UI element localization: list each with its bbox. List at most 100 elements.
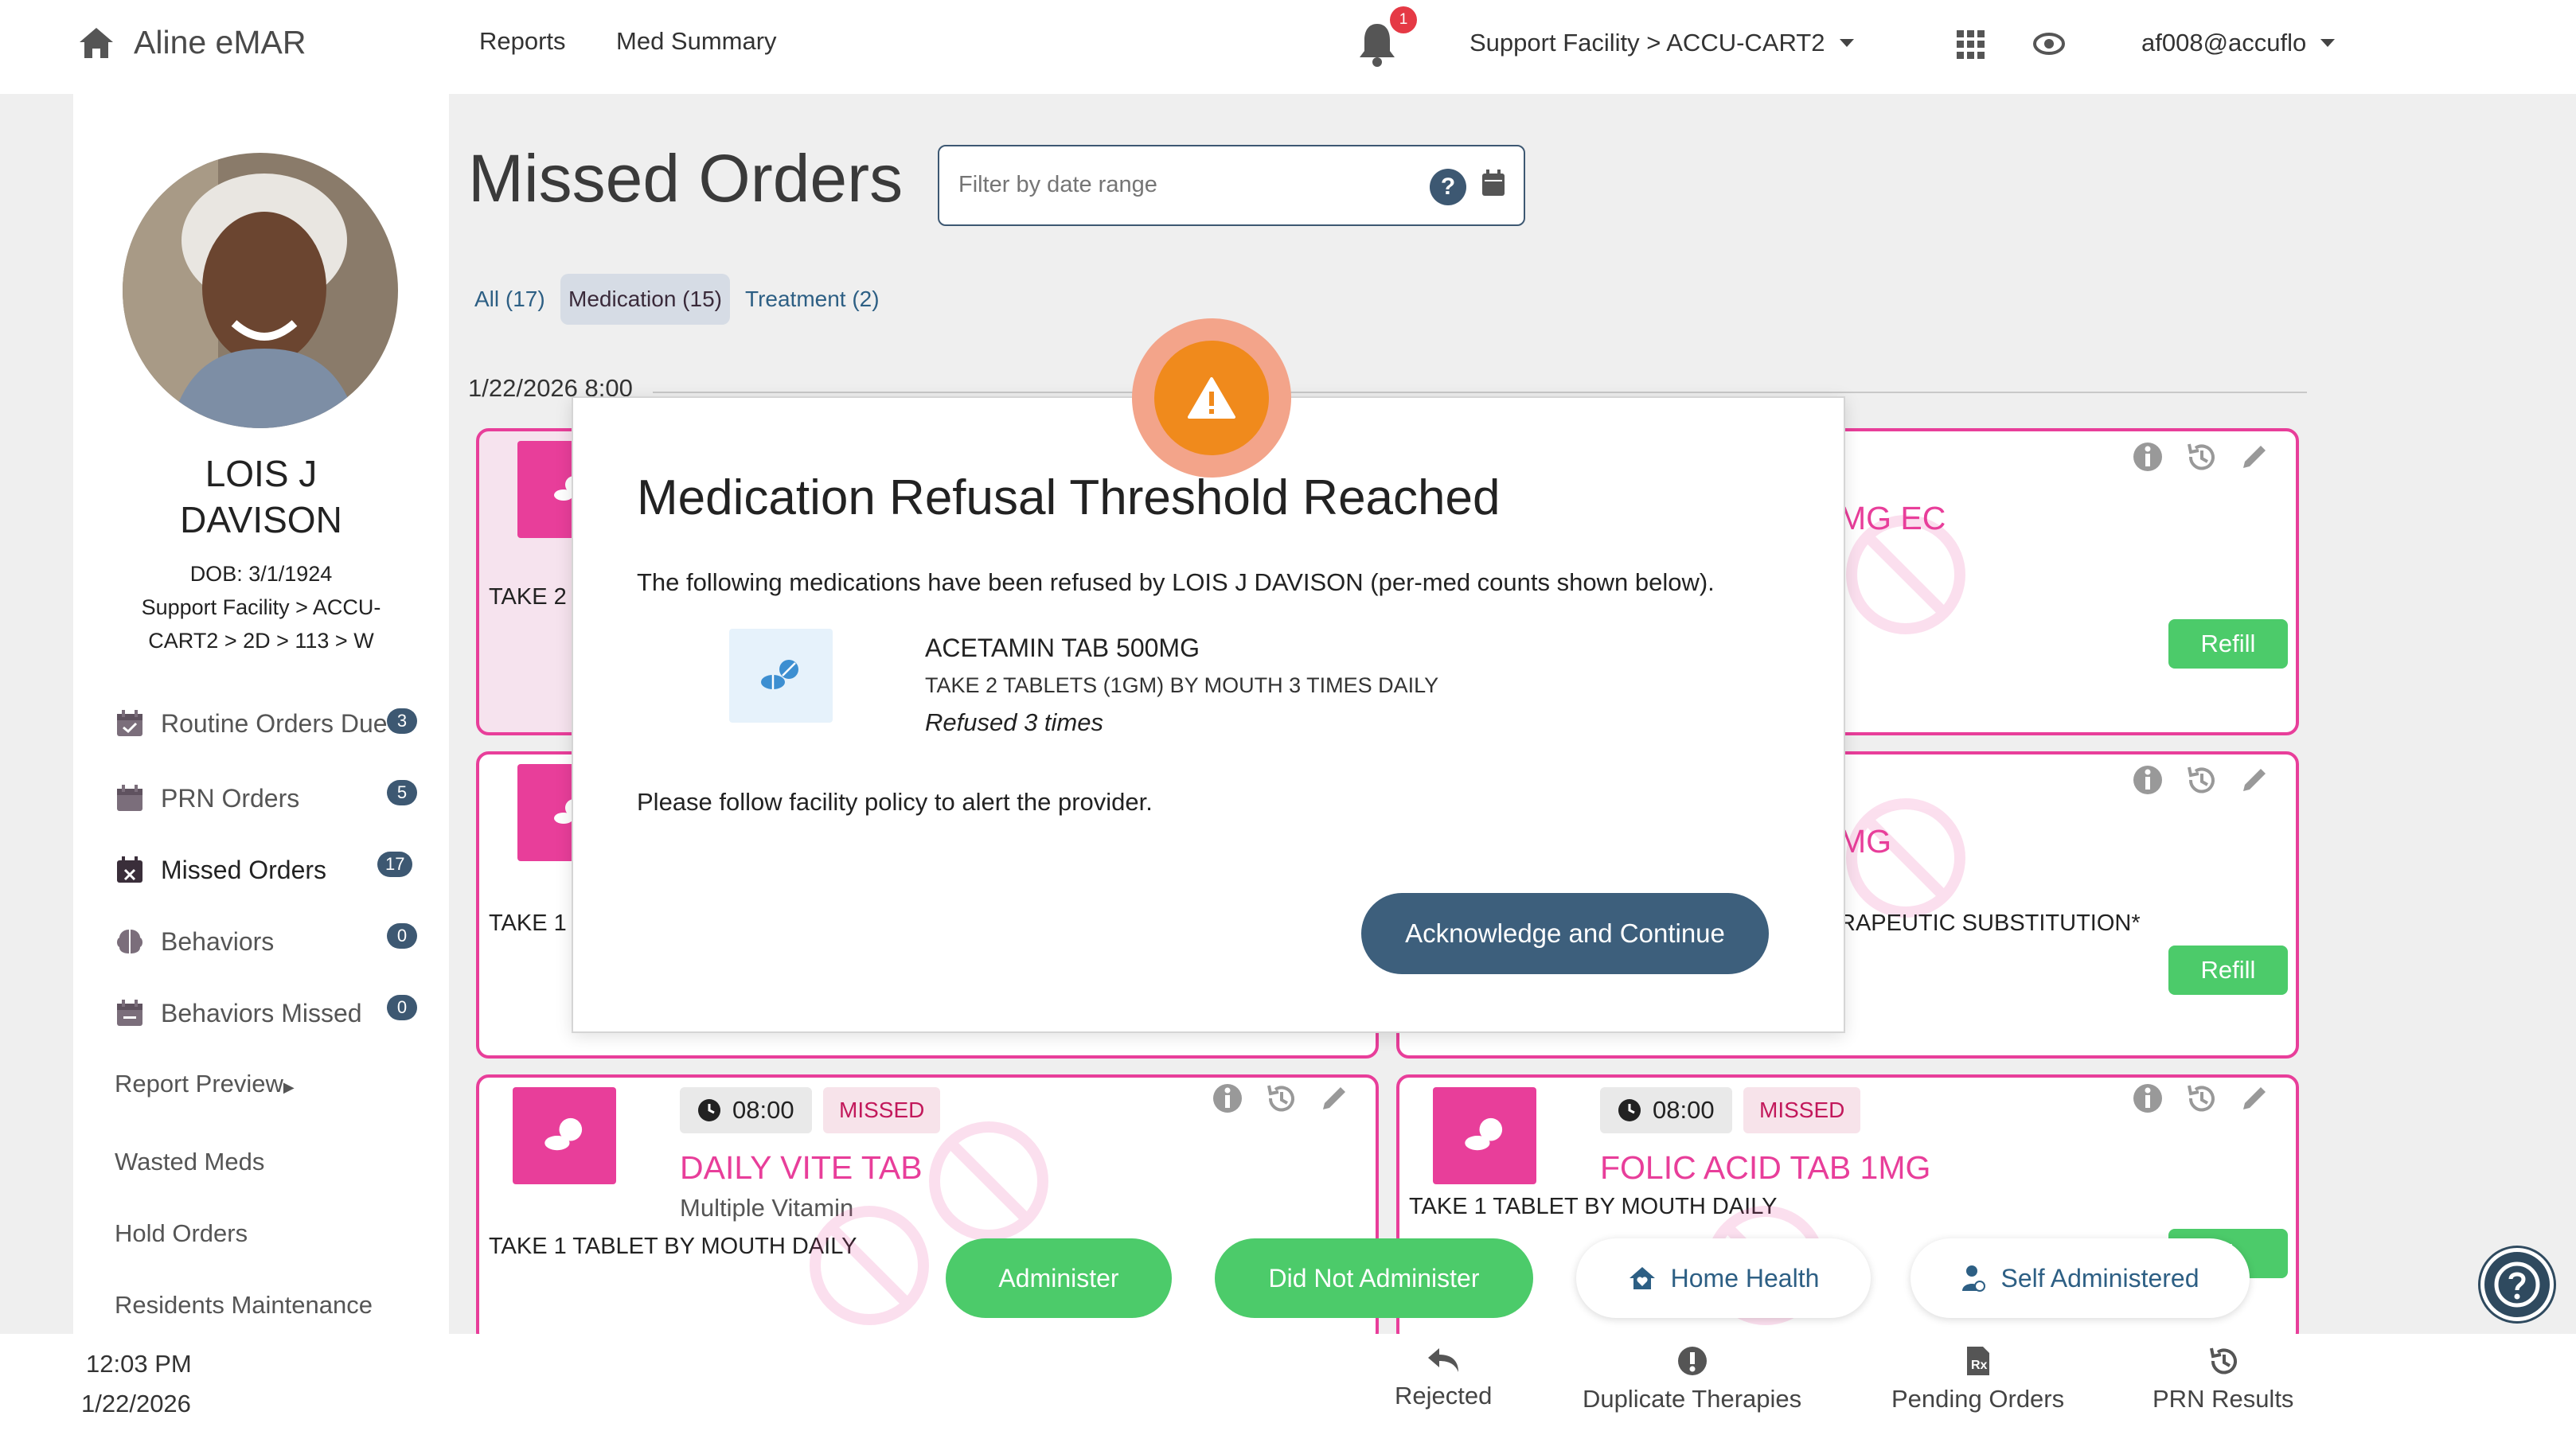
history-icon[interactable] bbox=[2184, 1082, 2218, 1114]
footer-rejected-label: Rejected bbox=[1395, 1382, 1493, 1410]
home-health-button[interactable]: Home Health bbox=[1576, 1238, 1871, 1318]
sidebar-item-behaviors-missed[interactable]: Behaviors Missed bbox=[115, 998, 362, 1028]
help-fab-button[interactable] bbox=[2480, 1248, 2554, 1321]
info-icon[interactable] bbox=[2132, 764, 2164, 796]
user-menu[interactable]: af008@accuflo bbox=[2141, 29, 2336, 57]
sidebar-link-report-preview[interactable]: Report Preview▶ bbox=[115, 1070, 295, 1098]
behaviors-missed-count: 0 bbox=[387, 995, 417, 1020]
info-icon[interactable] bbox=[2132, 1082, 2164, 1114]
med-instructions: TAKE 1 TABLET BY MOUTH DAILY bbox=[489, 1234, 857, 1259]
refusal-threshold-modal: Medication Refusal Threshold Reached The… bbox=[572, 396, 1845, 1033]
footer-prn-results[interactable]: PRN Results bbox=[2153, 1345, 2293, 1413]
footer-pending-orders[interactable]: Rx Pending Orders bbox=[1891, 1345, 2064, 1413]
nav-med-summary[interactable]: Med Summary bbox=[616, 27, 777, 56]
pencil-icon[interactable] bbox=[2238, 1082, 2270, 1114]
date-range-filter[interactable]: ? bbox=[938, 145, 1525, 226]
pill-icon bbox=[513, 1087, 616, 1184]
refill-button[interactable]: Refill bbox=[2168, 946, 2288, 995]
warning-icon bbox=[1188, 377, 1235, 419]
modal-resident-name: LOIS J DAVISON bbox=[1172, 568, 1364, 596]
scheduled-time: 08:00 bbox=[732, 1096, 794, 1124]
warning-badge bbox=[1132, 318, 1291, 478]
modal-text-suffix: (per-med counts shown below). bbox=[1363, 568, 1715, 596]
brand[interactable]: Aline eMAR bbox=[78, 24, 306, 61]
refused-med-name: ACETAMIN TAB 500MG bbox=[925, 634, 1200, 662]
eye-icon[interactable] bbox=[2033, 32, 2065, 56]
user-label: af008@accuflo bbox=[2141, 29, 2307, 57]
sidebar-item-label: Behaviors bbox=[161, 926, 275, 956]
help-icon bbox=[2494, 1261, 2540, 1308]
clock-icon bbox=[1618, 1099, 1641, 1121]
refused-watermark-icon bbox=[810, 1206, 929, 1325]
status-badge: MISSED bbox=[823, 1087, 941, 1133]
tab-all[interactable]: All (17) bbox=[466, 274, 553, 325]
home-icon bbox=[80, 27, 113, 58]
facility-selector[interactable]: Support Facility > ACCU-CART2 bbox=[1469, 29, 1854, 57]
scheduled-time-chip: 08:00 bbox=[1600, 1087, 1732, 1133]
sidebar-link-wasted-meds[interactable]: Wasted Meds bbox=[115, 1148, 264, 1176]
sidebar-link-residents-maintenance[interactable]: Residents Maintenance bbox=[115, 1291, 373, 1320]
status-badge: MISSED bbox=[1743, 1087, 1861, 1133]
pill-icon bbox=[1433, 1087, 1536, 1184]
prn-orders-count: 5 bbox=[387, 780, 417, 805]
refused-med-instructions: TAKE 2 TABLETS (1GM) BY MOUTH 3 TIMES DA… bbox=[925, 673, 1439, 697]
footer-duplicate-therapies[interactable]: Duplicate Therapies bbox=[1583, 1345, 1801, 1413]
resident-name-last: DAVISON bbox=[180, 499, 342, 540]
sidebar-link-label: Report Preview bbox=[115, 1070, 283, 1098]
rx-document-icon: Rx bbox=[1966, 1347, 1989, 1375]
calendar-icon[interactable] bbox=[1481, 169, 1506, 197]
med-name: DAILY VITE TAB bbox=[680, 1149, 923, 1186]
history-icon[interactable] bbox=[2184, 441, 2218, 473]
tab-medication[interactable]: Medication (15) bbox=[560, 274, 730, 325]
date-range-input[interactable] bbox=[958, 172, 1404, 198]
did-not-administer-button[interactable]: Did Not Administer bbox=[1215, 1238, 1533, 1318]
modal-title: Medication Refusal Threshold Reached bbox=[637, 470, 1501, 525]
chevron-down-icon bbox=[1839, 39, 1854, 47]
help-icon[interactable]: ? bbox=[1430, 169, 1466, 205]
pencil-icon[interactable] bbox=[2238, 441, 2270, 473]
calendar-icon bbox=[117, 785, 142, 811]
current-date: 1/22/2026 bbox=[81, 1390, 191, 1417]
brain-icon bbox=[117, 930, 142, 953]
sidebar-item-behaviors[interactable]: Behaviors bbox=[115, 926, 274, 957]
sidebar-link-hold-orders[interactable]: Hold Orders bbox=[115, 1219, 248, 1248]
refill-button[interactable]: Refill bbox=[2168, 619, 2288, 669]
administer-button[interactable]: Administer bbox=[946, 1238, 1172, 1318]
info-icon[interactable] bbox=[1212, 1082, 1243, 1114]
card-actions bbox=[2132, 441, 2270, 473]
footer-rejected[interactable]: Rejected bbox=[1395, 1345, 1492, 1410]
pencil-icon[interactable] bbox=[1318, 1082, 1350, 1114]
tab-treatment[interactable]: Treatment (2) bbox=[737, 274, 888, 325]
calendar-check-icon bbox=[117, 710, 142, 736]
current-time: 12:03 PM bbox=[86, 1350, 192, 1378]
bell-icon[interactable] bbox=[1356, 21, 1398, 68]
refused-watermark-icon bbox=[929, 1121, 1048, 1241]
behaviors-count: 0 bbox=[387, 923, 417, 949]
self-administered-button[interactable]: Self Administered bbox=[1911, 1238, 2250, 1318]
svg-text:Rx: Rx bbox=[1971, 1359, 1988, 1372]
info-icon[interactable] bbox=[2132, 441, 2164, 473]
home-health-label: Home Health bbox=[1670, 1263, 1820, 1293]
resident-name: LOIS J DAVISON bbox=[73, 450, 449, 543]
nav-reports[interactable]: Reports bbox=[479, 27, 566, 56]
sidebar-item-label: Missed Orders bbox=[161, 855, 327, 884]
acknowledge-continue-button[interactable]: Acknowledge and Continue bbox=[1361, 893, 1769, 974]
sidebar-item-label: Behaviors Missed bbox=[161, 998, 362, 1027]
page-title: Missed Orders bbox=[468, 141, 904, 216]
pencil-icon[interactable] bbox=[2238, 764, 2270, 796]
app-title: Aline eMAR bbox=[134, 24, 306, 60]
history-icon[interactable] bbox=[2184, 764, 2218, 796]
sidebar-item-prn-orders[interactable]: PRN Orders bbox=[115, 783, 299, 813]
facility-label: Support Facility > ACCU-CART2 bbox=[1469, 29, 1825, 57]
sidebar-item-missed-orders[interactable]: Missed Orders bbox=[115, 855, 326, 885]
chevron-down-icon bbox=[2320, 39, 2336, 47]
missed-orders-count: 17 bbox=[377, 852, 413, 877]
sidebar-item-routine-orders[interactable]: Routine Orders Due bbox=[115, 708, 388, 739]
footer-prn-label: PRN Results bbox=[2153, 1385, 2294, 1413]
self-administered-label: Self Administered bbox=[2000, 1263, 2199, 1293]
history-icon[interactable] bbox=[1264, 1082, 1298, 1114]
apps-grid-icon[interactable] bbox=[1957, 30, 1985, 59]
med-instructions: RAPEUTIC SUBSTITUTION* bbox=[1839, 910, 2141, 936]
resident-location-cont: CART2 > 2D > 113 > W bbox=[148, 629, 374, 653]
scheduled-time-chip: 08:00 bbox=[680, 1087, 812, 1133]
